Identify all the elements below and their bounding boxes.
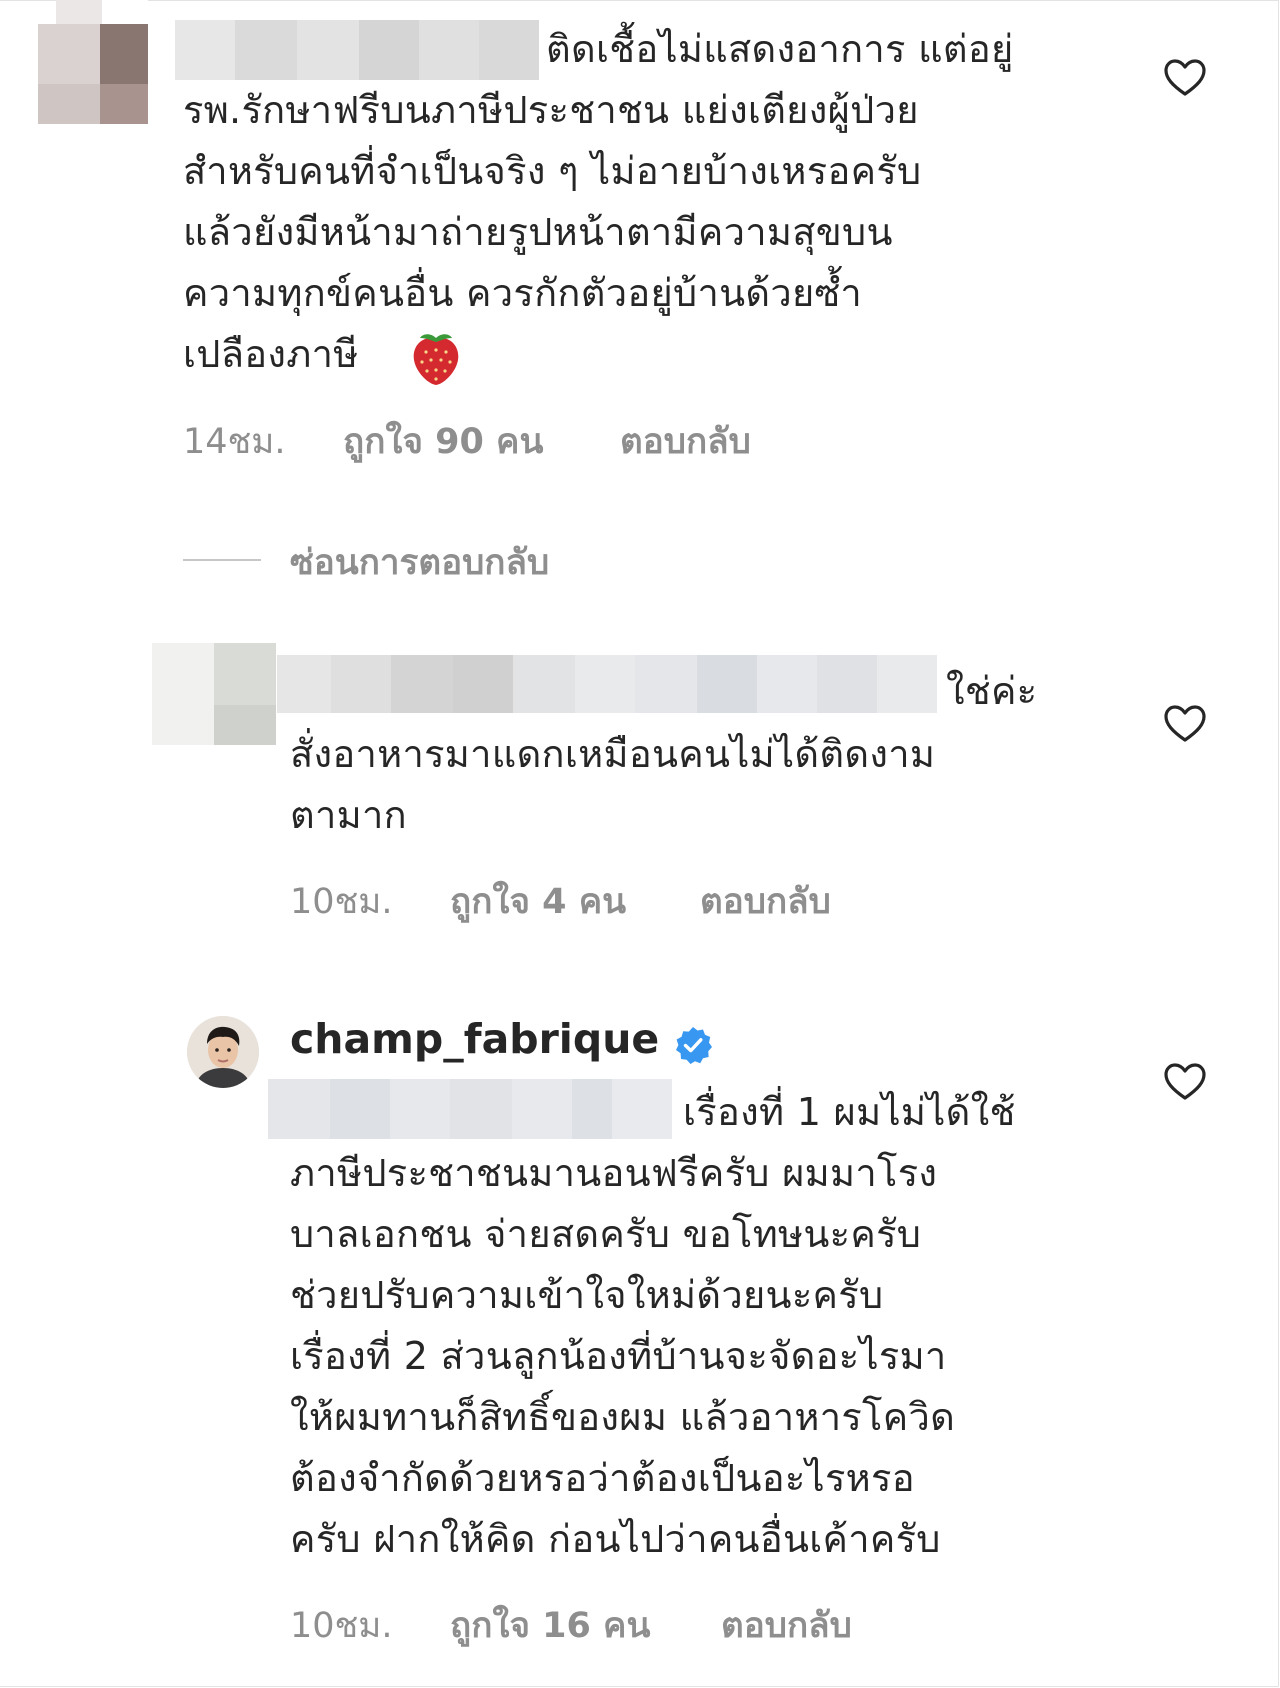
comment-text-line: เปลืองภาษี [183,332,359,376]
comment-text-line: ใช่ค่ะ [946,669,1038,713]
divider-line [183,559,261,561]
avatar-pixelated[interactable] [38,0,148,124]
avatar[interactable] [187,1016,259,1088]
comment-text-line: ตามาก [290,793,407,837]
comment-likes-link[interactable]: ถูกใจ 4 คน [450,874,626,929]
username-blurred[interactable] [175,20,539,80]
comment-text-line: รพ.รักษาฟรีบนภาษีประชาชน แย่งเตียงผู้ป่ว… [183,88,919,132]
comment-likes-link[interactable]: ถูกใจ 16 คน [450,1598,650,1653]
verified-badge-icon [676,1027,712,1064]
reply-button[interactable]: ตอบกลับ [620,414,751,469]
comment-text-line: ติดเชื้อไม่แสดงอาการ แต่อยู่ [546,27,1014,71]
comment-text-line: สั่งอาหารมาแดกเหมือนคนไม่ได้ติดงาม [290,732,936,776]
comment-text-line: ครับ ฝากให้คิด ก่อนไปว่าคนอื่นเค้าครับ [290,1517,941,1561]
comment-likes-link[interactable]: ถูกใจ 90 คน [343,414,543,469]
comment-time: 10ชม. [290,1606,393,1646]
heart-outline-icon[interactable] [1164,1063,1206,1101]
comment-text-line: บาลเอกชน จ่ายสดครับ ขอโทษนะครับ [290,1212,922,1256]
heart-outline-icon[interactable] [1164,59,1206,97]
comment-text-line: ภาษีประชาชนมานอนฟรีครับ ผมมาโรง [290,1151,938,1195]
avatar-portrait [187,1016,259,1088]
strawberry-emoji [413,334,459,385]
username-blurred[interactable] [277,655,937,713]
tagged-username-blurred[interactable] [268,1079,672,1139]
avatar-pixelated[interactable] [152,643,276,745]
comment-text-line: ความทุกข์คนอื่น ควรกักตัวอยู่บ้านด้วยซ้ำ [183,271,862,315]
heart-outline-icon[interactable] [1164,705,1206,743]
comment-text-line: ให้ผมทานก็สิทธิ์ของผม แล้วอาหารโควิด [290,1395,956,1439]
comment-text-line: ต้องจำกัดด้วยหรอว่าต้องเป็นอะไรหรอ [290,1456,915,1500]
comment-text-line: เรื่องที่ 1 ผมไม่ได้ใช้ [683,1090,1016,1134]
comment-text-line: เรื่องที่ 2 ส่วนลูกน้องที่บ้านจะจัดอะไรม… [290,1334,947,1378]
comment-text-line: แล้วยังมีหน้ามาถ่ายรูปหน้าตามีความสุขบน [183,210,893,254]
comment-time: 10ชม. [290,882,393,922]
reply-button[interactable]: ตอบกลับ [700,874,831,929]
comment-text-line: สำหรับคนที่จำเป็นจริง ๆ ไม่อายบ้างเหรอคร… [183,149,922,193]
comment-time: 14ชม. [183,422,286,462]
comment-text-line: ช่วยปรับความเข้าใจใหม่ด้วยนะครับ [290,1273,884,1317]
comment-username[interactable]: champ_fabrique [290,1015,659,1063]
hide-replies-button[interactable]: ซ่อนการตอบกลับ [290,535,549,590]
reply-button[interactable]: ตอบกลับ [721,1598,852,1653]
